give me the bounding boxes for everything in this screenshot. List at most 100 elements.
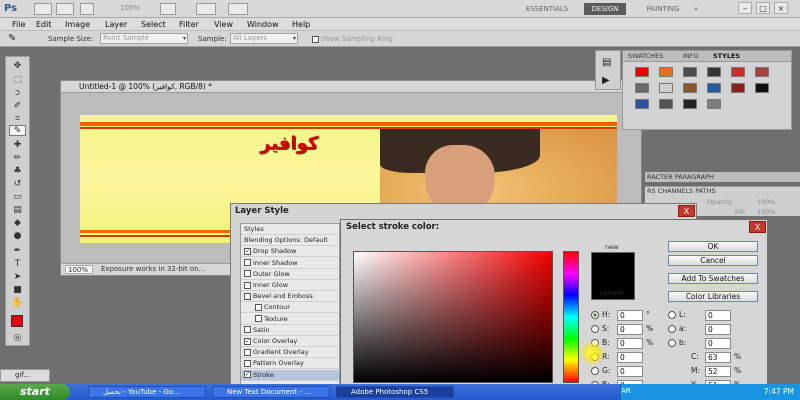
sample-select[interactable]: All Layers ▾ <box>230 33 298 44</box>
color-field[interactable] <box>353 251 553 383</box>
checkbox[interactable] <box>312 35 319 43</box>
launch-bridge-button[interactable] <box>34 3 52 15</box>
checkbox[interactable] <box>244 326 251 334</box>
color-value-input[interactable]: 0 <box>705 310 731 321</box>
layer-style-item[interactable]: ✓ Drop Shadow <box>241 246 339 258</box>
zoom-level[interactable]: 100% <box>120 4 140 12</box>
blur-tool-icon[interactable]: ◆ <box>9 218 26 229</box>
style-swatch[interactable] <box>707 67 721 77</box>
tab-character-paragraph[interactable]: RACTER PARAGRAPH <box>647 173 714 182</box>
menu-window[interactable]: Window <box>247 19 279 30</box>
style-swatch[interactable] <box>659 67 673 77</box>
color-value-input[interactable]: 0 <box>617 338 643 349</box>
arrange-documents-button[interactable] <box>196 3 216 15</box>
checkbox[interactable] <box>255 315 262 323</box>
style-swatch[interactable] <box>707 83 721 93</box>
eyedropper-icon[interactable]: ✎ <box>8 33 16 44</box>
checkbox[interactable] <box>244 281 251 289</box>
color-libraries-button[interactable]: Color Libraries <box>668 291 758 302</box>
cancel-button[interactable]: Cancel <box>668 255 758 266</box>
color-value-input[interactable]: 0 <box>705 324 731 335</box>
layer-style-item[interactable]: Texture <box>241 314 339 325</box>
radio-button[interactable] <box>591 311 599 319</box>
color-value-input[interactable]: 52 <box>705 366 731 377</box>
style-swatch[interactable] <box>635 67 649 77</box>
color-picker-title[interactable]: Select stroke color: <box>341 220 767 234</box>
menu-help[interactable]: Help <box>292 19 310 30</box>
style-swatch[interactable] <box>683 99 697 109</box>
history-icon[interactable]: ▤ <box>602 57 611 68</box>
style-swatch[interactable] <box>635 99 649 109</box>
style-swatch[interactable] <box>683 67 697 77</box>
radio-button[interactable] <box>668 339 676 347</box>
checkbox[interactable]: ✓ <box>244 337 251 345</box>
foreground-color-swatch[interactable] <box>11 315 23 327</box>
workspace-essentials[interactable]: ESSENTIALS <box>515 3 579 15</box>
path-select-icon[interactable]: ➤ <box>9 272 26 283</box>
eyedropper-tool-icon[interactable]: ✎ <box>9 125 26 136</box>
checkbox[interactable]: ✓ <box>244 247 251 255</box>
checkbox[interactable] <box>255 303 262 311</box>
clone-stamp-icon[interactable]: ♣ <box>9 166 26 177</box>
hand-tool-button[interactable] <box>160 3 176 15</box>
checkbox[interactable] <box>244 348 251 356</box>
color-value-input[interactable]: 0 <box>617 352 643 363</box>
menu-image[interactable]: Image <box>65 19 90 30</box>
menu-filter[interactable]: Filter <box>179 19 199 30</box>
layer-style-item[interactable]: Pattern Overlay <box>241 358 339 370</box>
taskbar-item-text-document[interactable]: New Text Document - ... <box>212 386 330 398</box>
layer-style-item[interactable]: Satin <box>241 325 339 336</box>
menu-select[interactable]: Select <box>141 19 166 30</box>
style-swatch[interactable] <box>635 83 649 93</box>
marquee-tool-icon[interactable]: ⬚ <box>9 75 26 86</box>
tab-layers-channels-paths[interactable]: RS CHANNELS PATHS <box>647 187 716 196</box>
gradient-tool-icon[interactable]: ▤ <box>9 205 26 216</box>
menu-file[interactable]: File <box>12 19 25 30</box>
type-tool-icon[interactable]: T <box>9 259 26 270</box>
layer-style-item[interactable]: Contour <box>241 302 339 314</box>
healing-brush-icon[interactable]: ✚ <box>9 140 26 151</box>
layer-style-item[interactable]: Gradient Overlay <box>241 347 339 359</box>
color-value-input[interactable]: 0 <box>617 310 643 321</box>
layer-style-item[interactable]: Blending Options: Default <box>241 235 339 247</box>
maximize-button[interactable]: □ <box>756 2 770 14</box>
history-brush-icon[interactable]: ↺ <box>9 179 26 190</box>
quick-select-tool-icon[interactable]: ✐ <box>9 101 26 112</box>
add-to-swatches-button[interactable]: Add To Swatches <box>668 273 758 284</box>
zoom-field[interactable]: 100% <box>65 265 93 274</box>
fill-value[interactable]: 100% <box>757 208 776 216</box>
minimize-button[interactable]: – <box>738 2 752 14</box>
opacity-value[interactable]: 100% <box>757 198 776 206</box>
style-swatch[interactable] <box>707 99 721 109</box>
checkbox[interactable] <box>244 292 251 300</box>
style-swatch[interactable] <box>755 83 769 93</box>
layer-style-item[interactable]: Bevel and Emboss <box>241 291 339 303</box>
color-value-input[interactable]: 0 <box>617 324 643 335</box>
ok-button[interactable]: OK <box>668 241 758 252</box>
color-value-input[interactable]: 63 <box>705 352 731 363</box>
view-extras-button[interactable] <box>80 3 94 15</box>
color-value-input[interactable]: 0 <box>617 366 643 377</box>
taskbar-item-youtube[interactable]: تحميل - YouTube - Go... <box>88 386 206 398</box>
checkbox[interactable]: ✓ <box>244 371 251 379</box>
crop-tool-icon[interactable]: ⌗ <box>9 114 26 125</box>
shape-tool-icon[interactable]: ■ <box>9 285 26 296</box>
checkbox[interactable] <box>244 359 251 367</box>
style-swatch[interactable] <box>683 83 697 93</box>
color-value-input[interactable]: 0 <box>705 338 731 349</box>
radio-button[interactable] <box>668 311 676 319</box>
radio-button[interactable] <box>591 367 599 375</box>
workspace-design[interactable]: DESIGN <box>584 3 626 15</box>
actions-icon[interactable]: ▶ <box>602 75 610 86</box>
screen-mode-button[interactable] <box>228 3 248 15</box>
tab-info[interactable]: INFO <box>683 52 699 61</box>
style-swatch[interactable] <box>659 83 673 93</box>
layer-style-item[interactable]: Styles <box>241 224 339 235</box>
quick-mask-icon[interactable]: ◎ <box>9 333 26 344</box>
checkbox[interactable] <box>244 259 251 267</box>
close-window-button[interactable]: × <box>774 2 788 14</box>
layer-style-item[interactable]: Inner Glow <box>241 280 339 291</box>
layer-style-item[interactable]: Inner Shadow <box>241 258 339 269</box>
language-indicator[interactable]: AR <box>621 387 631 395</box>
style-swatch[interactable] <box>731 83 745 93</box>
